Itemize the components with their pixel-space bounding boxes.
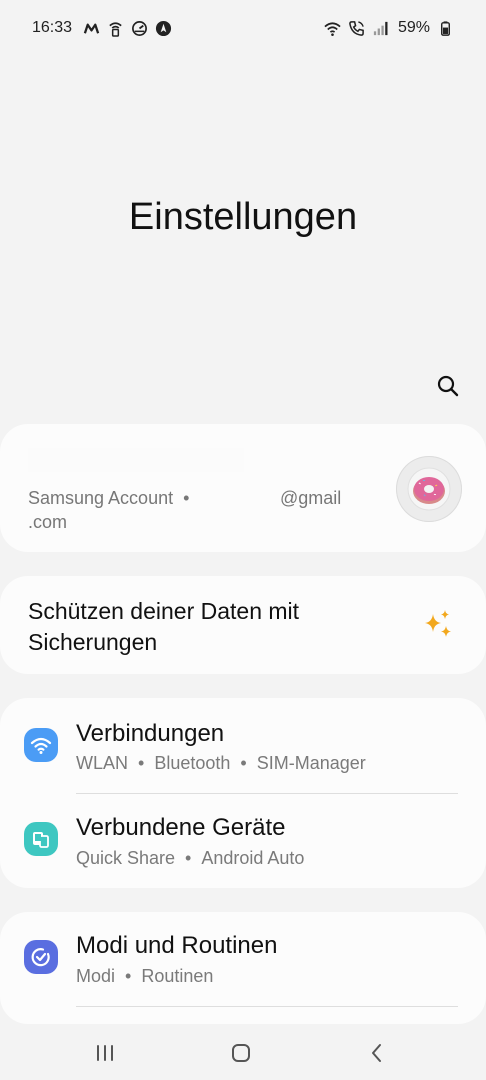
recent-apps-icon: [97, 1045, 113, 1061]
subtitle-part: Android Auto: [201, 848, 305, 868]
subtitle-part: Modi: [76, 966, 116, 986]
settings-item-subtitle: Quick Share • Android Auto: [76, 848, 304, 869]
settings-item-title: Verbundene Geräte: [76, 814, 286, 841]
settings-item-connections[interactable]: Verbindungen WLAN • Bluetooth • SIM-Manager: [0, 712, 486, 794]
call-icon: [348, 19, 366, 37]
wifi-icon: [24, 728, 58, 762]
devices-icon: [24, 822, 58, 856]
subtitle-separator: •: [240, 753, 247, 773]
account-name-redacted: [28, 448, 244, 472]
back-icon: [372, 1044, 381, 1062]
settings-item-subtitle: Modi • Routinen: [76, 966, 213, 987]
settings-item-subtitle: WLAN • Bluetooth • SIM-Manager: [76, 753, 366, 774]
backup-text: Schützen deiner Daten mit Sicherungen: [28, 598, 300, 655]
account-email-suffix: @gmail: [280, 488, 342, 508]
subtitle-part: Quick Share: [76, 848, 176, 868]
back-button[interactable]: [364, 1040, 390, 1066]
settings-item-title: Verbindungen: [76, 720, 225, 747]
settings-item-connected-devices[interactable]: Verbundene Geräte Quick Share • Android Au…: [0, 806, 486, 886]
subtitle-separator: •: [185, 848, 192, 868]
nav-compass-icon: [154, 19, 172, 37]
page-title: Einstellungen: [128, 196, 358, 238]
account-service: Samsung Account: [28, 488, 174, 508]
battery-percent: 59%: [397, 19, 430, 36]
status-time: 16:33: [32, 19, 73, 36]
donut-avatar-icon: [407, 467, 451, 511]
home-button[interactable]: [228, 1040, 254, 1066]
search-button[interactable]: [434, 372, 462, 400]
navigation-bar: [0, 1024, 486, 1080]
battery-icon: [436, 19, 454, 37]
sparkle-icon: [425, 610, 451, 637]
search-icon: [437, 375, 459, 397]
status-left: 16:33: [32, 19, 172, 37]
check-circle-icon: [24, 940, 58, 974]
wifi-icon: [324, 19, 342, 37]
subtitle-part: SIM-Manager: [256, 753, 366, 773]
signal-icon: [372, 19, 390, 37]
account-email-tld: .com: [28, 512, 68, 532]
subtitle-part: Bluetooth: [154, 753, 231, 773]
home-icon: [232, 1044, 250, 1062]
account-separator: •: [183, 488, 190, 508]
status-bar: 16:33 59%: [0, 0, 486, 56]
subtitle-separator: •: [125, 966, 132, 986]
avatar[interactable]: [396, 456, 462, 522]
recent-apps-button[interactable]: [92, 1040, 118, 1066]
subtitle-part: Routinen: [141, 966, 214, 986]
subtitle-separator: •: [138, 753, 145, 773]
subtitle-part: WLAN: [76, 753, 129, 773]
divider: [76, 793, 458, 794]
settings-item-title: Modi und Routinen: [76, 932, 278, 959]
wifi-calling-icon: [106, 19, 124, 37]
speedometer-icon: [130, 19, 148, 37]
m-brand-icon: [82, 19, 100, 37]
status-right: 59%: [324, 19, 454, 37]
account-service-line: Samsung Account •: [28, 488, 197, 509]
divider: [76, 1006, 458, 1007]
settings-item-modes-routines[interactable]: Modi und Routinen Modi • Routinen: [0, 924, 486, 1006]
